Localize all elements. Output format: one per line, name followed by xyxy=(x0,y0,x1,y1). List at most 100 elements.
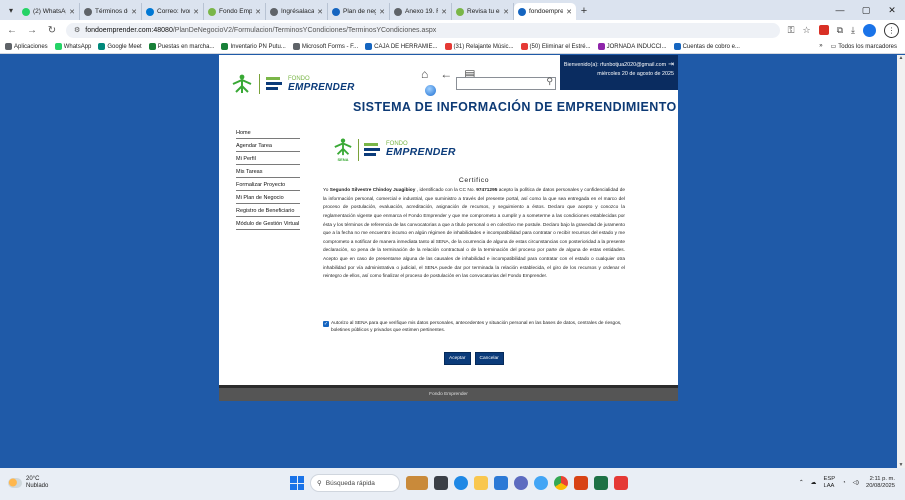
logout-icon[interactable]: ⇥ xyxy=(668,60,674,69)
close-tab-icon[interactable]: ✕ xyxy=(131,8,137,16)
excel-icon[interactable] xyxy=(594,476,608,490)
bookmark-favicon-icon xyxy=(292,43,300,50)
bookmark-star-icon[interactable]: ☆ xyxy=(803,25,811,36)
taskbar-search[interactable]: ⚲ Búsqueda rápida xyxy=(310,474,400,492)
task-view-icon[interactable] xyxy=(434,476,448,490)
browser-tab[interactable]: Plan de negocio✕ xyxy=(328,3,390,20)
start-button[interactable] xyxy=(290,476,304,490)
pdf-reader-icon[interactable] xyxy=(614,476,628,490)
sidebar-item[interactable]: Mis Tareas xyxy=(236,167,300,178)
sidebar-item[interactable]: Mi Perfil xyxy=(236,154,300,165)
sidebar-item[interactable]: Formalizar Proyecto xyxy=(236,180,300,191)
cancel-button[interactable]: Cancelar xyxy=(474,352,504,365)
sidebar-item[interactable]: Registro de Beneficiario xyxy=(236,206,300,217)
minimize-button[interactable]: — xyxy=(827,0,853,20)
password-key-icon[interactable]: ⚿ xyxy=(788,25,795,36)
scroll-up-icon[interactable]: ▲ xyxy=(897,55,905,61)
volume-icon[interactable]: ◁) xyxy=(853,480,859,487)
consent-checkbox[interactable]: ✓ xyxy=(323,320,329,327)
close-tab-icon[interactable]: ✕ xyxy=(69,8,75,16)
browser-tab[interactable]: Fondo Emprender✕ xyxy=(204,3,266,20)
tab-title: (2) WhatsApp xyxy=(33,8,66,15)
onedrive-icon[interactable]: ☁ xyxy=(811,480,817,487)
consent-row: ✓ Autorizo al SENA para que verifique mi… xyxy=(323,320,625,334)
download-icon[interactable]: ⤓ xyxy=(851,25,855,36)
bookmarks-more-button[interactable]: » xyxy=(819,43,822,50)
user-info-panel: Bienvenido(a): rfunbotjua2020@gmail.com ⇥… xyxy=(560,55,678,90)
sena-logo-icon xyxy=(232,74,252,93)
search-icon[interactable]: ⚲ xyxy=(546,76,553,87)
header-search-input[interactable]: ⚲ xyxy=(456,76,556,90)
page-scrollbar[interactable]: ▲ ▼ xyxy=(897,55,905,468)
profile-avatar[interactable] xyxy=(863,23,876,37)
close-tab-icon[interactable]: ✕ xyxy=(317,8,323,16)
home-icon[interactable]: ⌂ xyxy=(421,67,428,81)
weather-widget[interactable]: 20°C Nublado xyxy=(8,476,48,490)
weather-desc: Nublado xyxy=(26,483,49,489)
bookmark-item[interactable]: Microsoft Forms - F... xyxy=(292,43,358,50)
new-tab-button[interactable]: + xyxy=(576,5,592,17)
pdf-extension-icon[interactable] xyxy=(818,25,829,35)
reload-icon[interactable]: ↻ xyxy=(46,25,58,36)
settings-icon[interactable] xyxy=(514,476,528,490)
close-window-button[interactable]: ✕ xyxy=(879,0,905,20)
bookmark-favicon-icon xyxy=(148,43,156,50)
store-icon[interactable] xyxy=(494,476,508,490)
sidebar-item[interactable]: Módulo de Gestión Virtual xyxy=(236,219,300,230)
accept-button[interactable]: Aceptar xyxy=(444,352,471,365)
browser-tab[interactable]: Anexo 19. Registro✕ xyxy=(390,3,452,20)
browser-tab[interactable]: Ingrésalacanamejoy_i✕ xyxy=(266,3,328,20)
bookmark-item[interactable]: JORNADA INDUCCI... xyxy=(597,43,667,50)
tab-title: Términos de referenc xyxy=(95,8,128,15)
news-widget-icon[interactable] xyxy=(406,476,428,490)
back-arrow-icon[interactable]: ← xyxy=(440,67,452,81)
bookmark-item[interactable]: Cuentas de cobro e... xyxy=(673,43,740,50)
tray-overflow-icon[interactable]: ⌃ xyxy=(799,480,804,487)
close-tab-icon[interactable]: ✕ xyxy=(193,8,199,16)
language-indicator[interactable]: ESP LAA xyxy=(823,476,835,490)
browser-tab[interactable]: Revisa tu email - SEN✕ xyxy=(452,3,514,20)
browser-tab[interactable]: (2) WhatsApp✕ xyxy=(18,3,80,20)
site-info-icon[interactable]: ⚙ xyxy=(74,26,80,34)
office-icon[interactable] xyxy=(574,476,588,490)
close-tab-icon[interactable]: ✕ xyxy=(379,8,385,16)
bookmark-item[interactable]: Inventario PN Putu... xyxy=(221,43,286,50)
bookmark-item[interactable]: WhatsApp xyxy=(54,43,91,50)
close-tab-icon[interactable]: ✕ xyxy=(255,8,261,16)
url-path: /PlanDeNegocioV2/Formulacion/TerminosYCo… xyxy=(172,26,437,34)
forward-icon[interactable]: → xyxy=(26,25,38,36)
globe-icon[interactable] xyxy=(425,85,436,96)
extensions-icon[interactable]: ⧉ xyxy=(837,25,843,36)
maximize-button[interactable]: ▢ xyxy=(853,0,879,20)
sidebar-item[interactable]: Mi Plan de Negocio xyxy=(236,193,300,204)
browser-menu-icon[interactable]: ⋮ xyxy=(884,22,899,38)
browser-tab[interactable]: Correo: Ivonn Mireya✕ xyxy=(142,3,204,20)
wifi-icon[interactable]: ◔ xyxy=(842,480,846,487)
close-tab-icon[interactable]: ✕ xyxy=(566,8,572,16)
sidebar-item[interactable]: Home xyxy=(236,128,300,139)
bookmark-item[interactable]: (50) Eliminar el Estré... xyxy=(520,43,591,50)
tab-title: Correo: Ivonn Mireya xyxy=(157,8,190,15)
close-tab-icon[interactable]: ✕ xyxy=(503,8,509,16)
bookmark-item[interactable]: CAJA DE HERRAMIE... xyxy=(365,43,438,50)
browser-tab[interactable]: fondoemprender.co✕ xyxy=(514,3,576,20)
chrome-icon[interactable] xyxy=(554,476,568,490)
browser-tab[interactable]: Términos de referenc✕ xyxy=(80,3,142,20)
close-tab-icon[interactable]: ✕ xyxy=(441,8,447,16)
clock[interactable]: 2:11 p. m. 20/08/2025 xyxy=(866,476,895,490)
bookmark-item[interactable]: Puestas en marcha... xyxy=(148,43,214,50)
bookmark-item[interactable]: Google Meet xyxy=(98,43,142,50)
sidebar-item[interactable]: Agendar Tarea xyxy=(236,141,300,152)
url-field[interactable]: ⚙ fondoemprender.com:48080/PlanDeNegocio… xyxy=(66,22,780,38)
back-icon[interactable]: ← xyxy=(6,25,18,36)
file-explorer-icon[interactable] xyxy=(474,476,488,490)
bookmark-item[interactable]: (31) Relajante Músic... xyxy=(444,43,514,50)
tab-search-icon[interactable]: ▾ xyxy=(4,3,18,17)
browser-tab-strip: ▾ (2) WhatsApp✕Términos de referenc✕Corr… xyxy=(0,0,905,20)
header-logo[interactable]: FONDO EMPRENDER xyxy=(231,73,355,95)
edge-icon[interactable] xyxy=(454,476,468,490)
photos-icon[interactable] xyxy=(534,476,548,490)
bookmark-favicon-icon xyxy=(221,43,229,50)
bookmark-item[interactable]: Aplicaciones xyxy=(5,43,48,50)
all-bookmarks-folder[interactable]: ▭ Todos los marcadores xyxy=(831,43,897,51)
